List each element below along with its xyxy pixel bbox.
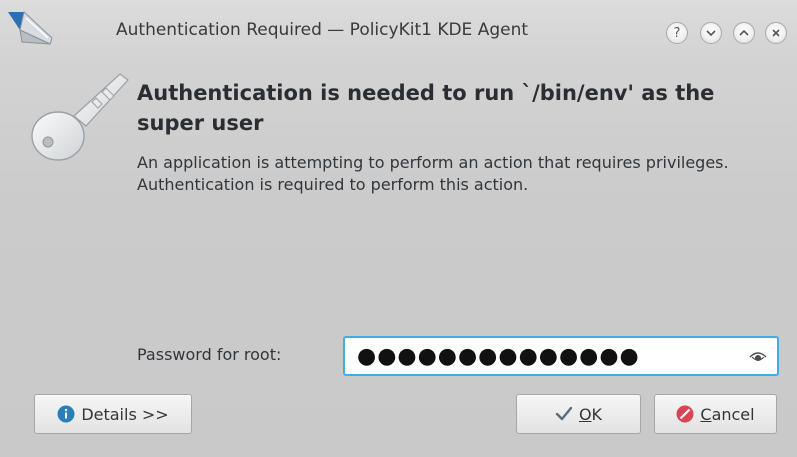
close-button[interactable] bbox=[765, 22, 787, 44]
ok-button-label: OK bbox=[578, 404, 603, 424]
password-input[interactable]: ●●●●●●●●●●●●●● bbox=[343, 336, 779, 376]
ok-button[interactable]: OK bbox=[516, 394, 641, 434]
info-icon bbox=[57, 405, 75, 423]
key-icon bbox=[31, 73, 129, 161]
help-button[interactable]: ? bbox=[666, 22, 688, 44]
maximize-button[interactable] bbox=[733, 22, 755, 44]
dialog-heading: Authentication is needed to run `/bin/en… bbox=[137, 81, 715, 135]
cancel-button-label: Cancel bbox=[700, 404, 755, 424]
password-label: Password for root: bbox=[137, 345, 282, 364]
eye-icon[interactable] bbox=[749, 348, 767, 364]
cancel-icon bbox=[676, 405, 694, 423]
details-button[interactable]: Details >> bbox=[34, 394, 192, 434]
help-icon: ? bbox=[673, 25, 681, 41]
minimize-button[interactable] bbox=[700, 22, 722, 44]
password-value: ●●●●●●●●●●●●●● bbox=[357, 344, 640, 369]
dialog-message: An application is attempting to perform … bbox=[137, 153, 729, 194]
checkmark-icon bbox=[555, 406, 573, 422]
details-button-label: Details >> bbox=[81, 404, 169, 424]
titlebar[interactable]: Authentication Required — PolicyKit1 KDE… bbox=[0, 0, 797, 62]
chevron-up-icon bbox=[739, 29, 749, 36]
pen-icon bbox=[8, 11, 53, 45]
cancel-button[interactable]: Cancel bbox=[654, 394, 777, 434]
window-title: Authentication Required — PolicyKit1 KDE… bbox=[116, 20, 529, 40]
close-icon bbox=[772, 29, 780, 37]
auth-dialog-window: Authentication Required — PolicyKit1 KDE… bbox=[0, 0, 797, 457]
chevron-down-icon bbox=[706, 30, 716, 37]
